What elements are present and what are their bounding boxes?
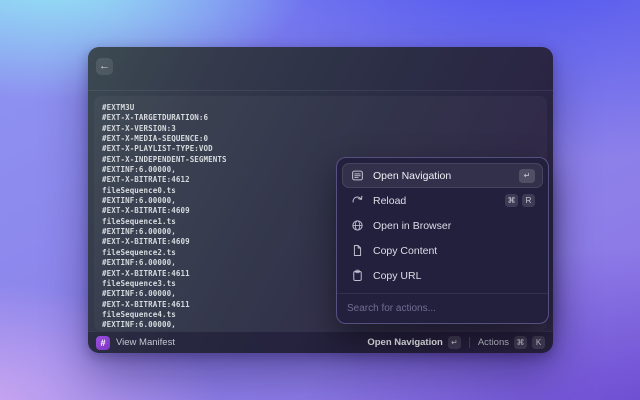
menu-item-label: Copy Content (373, 245, 437, 257)
menu-item-shortcut: ⌘R (505, 194, 535, 207)
extension-title: View Manifest (116, 337, 175, 348)
menu-item-label: Open in Browser (373, 220, 451, 232)
hash-glyph: # (100, 338, 105, 348)
extension-hash-icon: # (96, 336, 110, 350)
document-icon (350, 244, 364, 258)
menu-item-label: Copy URL (373, 270, 421, 282)
actions-menu: Open Navigation↵Reload⌘ROpen in BrowserC… (336, 157, 549, 324)
window-header: ← (88, 47, 553, 91)
actions-label: Actions (478, 337, 509, 348)
manifest-line: #EXT-X-VERSION:3 (102, 124, 539, 134)
manifest-line: #EXT-X-PLAYLIST-TYPE:VOD (102, 144, 539, 154)
menu-item-open-in-browser[interactable]: Open in Browser (342, 213, 543, 238)
back-button[interactable]: ← (96, 58, 113, 75)
globe-icon (350, 219, 364, 233)
menu-item-open-navigation[interactable]: Open Navigation ↵ (342, 163, 543, 188)
manifest-line: #EXT-X-TARGETDURATION:6 (102, 113, 539, 123)
primary-action-label: Open Navigation (367, 337, 442, 348)
key-badge: ⌘ (505, 194, 518, 207)
cmd-key-badge: ⌘ (514, 336, 527, 349)
actions-search-row (337, 293, 548, 323)
bottom-bar: # View Manifest Open Navigation ↵ Action… (88, 331, 553, 353)
menu-item-label: Open Navigation (373, 170, 451, 182)
bottom-bar-right: Open Navigation ↵ Actions ⌘ K (367, 336, 545, 349)
bar-divider (469, 337, 470, 348)
return-key-badge: ↵ (448, 336, 461, 349)
menu-item-shortcut: ↵ (519, 169, 535, 183)
menu-item-copy-content[interactable]: Copy Content (342, 238, 543, 263)
navigation-list-icon (350, 169, 364, 183)
desktop-background: ← #EXTM3U#EXT-X-TARGETDURATION:6#EXT-X-V… (0, 0, 640, 400)
key-badge: ↵ (519, 169, 535, 183)
menu-item-reload[interactable]: Reload⌘R (342, 188, 543, 213)
k-key-badge: K (532, 336, 545, 349)
back-arrow-icon: ← (99, 61, 110, 72)
key-badge: R (522, 194, 535, 207)
clipboard-icon (350, 269, 364, 283)
actions-search-input[interactable] (341, 303, 544, 314)
menu-item-copy-url[interactable]: Copy URL (342, 263, 543, 288)
manifest-line: #EXTM3U (102, 103, 539, 113)
actions-menu-list: Open Navigation↵Reload⌘ROpen in BrowserC… (337, 158, 548, 293)
primary-action-button[interactable]: Open Navigation ↵ (367, 336, 460, 349)
manifest-line: #EXT-X-MEDIA-SEQUENCE:0 (102, 134, 539, 144)
reload-icon (350, 194, 364, 208)
actions-button[interactable]: Actions ⌘ K (478, 336, 545, 349)
menu-item-label: Reload (373, 195, 406, 207)
